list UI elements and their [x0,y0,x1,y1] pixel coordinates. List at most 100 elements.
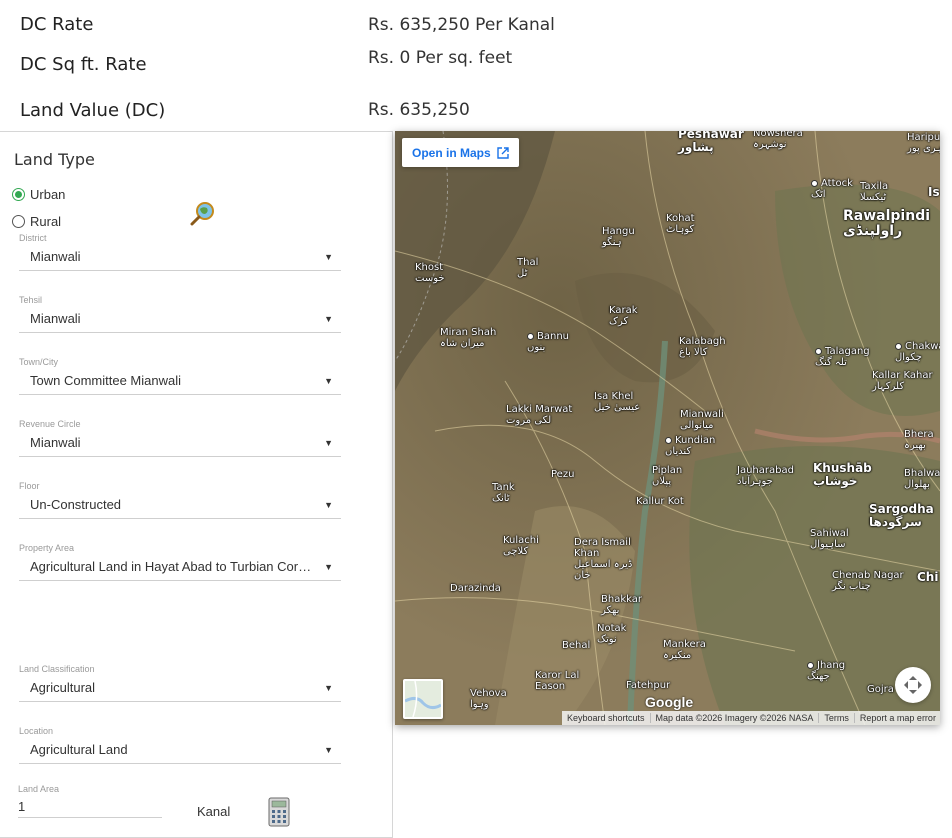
satellite-map[interactable]: Open in Maps Peshawar پشاور Nowshera نوشہر… [395,131,940,725]
floor-field: Floor Un-Constructed ▼ [19,481,341,519]
land-area-input[interactable] [18,795,162,818]
map-city-label: Mianwali میانوالی [680,409,724,431]
map-city-label: Mankera منکیرہ [663,639,706,661]
chevron-down-icon: ▼ [324,562,333,572]
map-city-label: Khushāb خوشاب [813,461,872,488]
location-value: Agricultural Land [30,742,128,757]
map-city-label: Khost خوست [415,262,445,284]
floor-select[interactable]: Un-Constructed ▼ [19,492,341,519]
map-city-label: Miran Shah میران شاہ [440,327,497,349]
terrain-thumbnail-icon [405,681,441,717]
urban-radio-option[interactable]: Urban [12,187,65,202]
chevron-down-icon: ▼ [324,745,333,755]
land-area-label: Land Area [18,784,60,794]
map-city-label: Karor Lal Eason [535,670,580,692]
map-city-label: Vehova وہوا [470,688,507,710]
map-attribution-bar: Keyboard shortcuts Map data ©2026 Imager… [562,711,940,725]
revenue-circle-value: Mianwali [30,435,81,450]
map-city-label: Chi [917,570,939,584]
land-area-unit: Kanal [197,804,231,819]
land-value-value: Rs. 635,250 [368,100,470,120]
map-city-label: Hangu ہنگو [602,226,635,248]
map-city-label: Kohat کوہاٹ [666,213,695,235]
floor-value: Un-Constructed [30,497,122,512]
land-form-panel: Land Type Urban Rural District Mianwali … [0,131,393,838]
open-in-maps-button[interactable]: Open in Maps [402,138,519,167]
town-city-label: Town/City [19,357,59,367]
map-data-credit: Map data ©2026 Imagery ©2026 NASA [649,713,819,723]
urban-radio-button[interactable] [12,188,25,201]
map-city-label: Bhalwal بھلوال [904,468,940,490]
map-city-label: Taxila ٹیکسلا [860,181,889,203]
district-select[interactable]: Mianwali ▼ [19,244,341,271]
map-city-label: Isa Khel عیسیٰ خیل [594,391,641,413]
map-city-label: Bannu بنوں [527,331,570,353]
district-value: Mianwali [30,249,81,264]
district-label: District [19,233,47,243]
map-city-label: Dera Ismail Khan ڈیرہ اسماعیل خان [574,537,633,581]
property-area-select[interactable]: Agricultural Land in Hayat Abad to Turbi… [19,554,341,581]
map-city-label: Kulachi کلاچی [503,535,539,557]
district-field: District Mianwali ▼ [19,233,341,271]
open-in-maps-label: Open in Maps [412,145,491,160]
chevron-down-icon: ▼ [324,252,333,262]
map-city-label: Kalabagh کالا باغ [679,336,726,358]
map-city-label: Kallur Kot [636,496,684,507]
tehsil-select[interactable]: Mianwali ▼ [19,306,341,333]
map-city-label: Notak نوتک [597,623,627,645]
map-city-label: Is [928,185,940,199]
location-label: Location [19,726,54,736]
land-classification-select[interactable]: Agricultural ▼ [19,675,341,702]
map-type-toggle[interactable] [403,679,443,719]
report-map-error-link[interactable]: Report a map error [853,713,940,723]
town-city-value: Town Committee Mianwali [30,373,181,388]
calculator-icon[interactable] [268,797,290,827]
map-city-label: Gojra [867,684,894,695]
dc-sqft-rate-value: Rs. 0 Per sq. feet [368,48,513,68]
town-city-select[interactable]: Town Committee Mianwali ▼ [19,368,341,395]
camera-control-button[interactable] [895,667,931,703]
map-city-label: Lakki Marwat لکی مروت [506,404,573,426]
property-area-value: Agricultural Land in Hayat Abad to Turbi… [30,559,318,574]
property-area-field: Property Area Agricultural Land in Hayat… [19,543,341,581]
town-city-field: Town/City Town Committee Mianwali ▼ [19,357,341,395]
map-city-label: Fatehpur [626,680,671,691]
map-city-label: Bhera بھیرہ [904,429,934,451]
map-city-label: Behal [562,640,591,651]
map-city-label: Darazinda [450,583,501,594]
dc-rate-value: Rs. 635,250 Per Kanal [368,15,555,35]
chevron-down-icon: ▼ [324,500,333,510]
map-search-icon[interactable] [189,200,219,226]
terms-link[interactable]: Terms [818,713,854,723]
revenue-circle-select[interactable]: Mianwali ▼ [19,430,341,457]
rural-radio-label: Rural [30,214,62,229]
map-city-label: Piplan پپلاں [652,465,683,487]
tehsil-value: Mianwali [30,311,81,326]
land-type-title: Land Type [14,150,95,169]
revenue-circle-field: Revenue Circle Mianwali ▼ [19,419,341,457]
location-field: Location Agricultural Land ▼ [19,726,341,764]
keyboard-shortcuts-link[interactable]: Keyboard shortcuts [562,713,650,723]
map-city-label: Karak کرک [609,305,638,327]
rural-radio-option[interactable]: Rural [12,214,61,229]
map-city-label: Sahiwal ساہیوال [810,528,849,550]
map-city-label: Kundian کندیاں [665,435,716,457]
property-area-label: Property Area [19,543,75,553]
tehsil-label: Tehsil [19,295,43,305]
land-classification-field: Land Classification Agricultural ▼ [19,664,341,702]
location-select[interactable]: Agricultural Land ▼ [19,737,341,764]
google-logo: Google [645,694,694,710]
map-city-label: Jauharabad جوہرآباد [737,465,794,487]
revenue-circle-label: Revenue Circle [19,419,81,429]
move-arrows-icon [904,676,922,694]
map-city-label: Kallar Kahar کلرکہار [872,370,933,392]
map-city-label: Nowshera نوشہرہ [753,131,803,150]
chevron-down-icon: ▼ [324,376,333,386]
map-city-label: Thal ٹل [517,257,539,279]
map-city-label: Pezu [551,469,575,480]
map-city-label: Bhakkar بھکر [601,594,642,616]
rural-radio-button[interactable] [12,215,25,228]
chevron-down-icon: ▼ [324,683,333,693]
map-city-label: Haripurہری پور [907,132,940,154]
map-city-label: Talagang تلہ گنگ [815,346,870,368]
